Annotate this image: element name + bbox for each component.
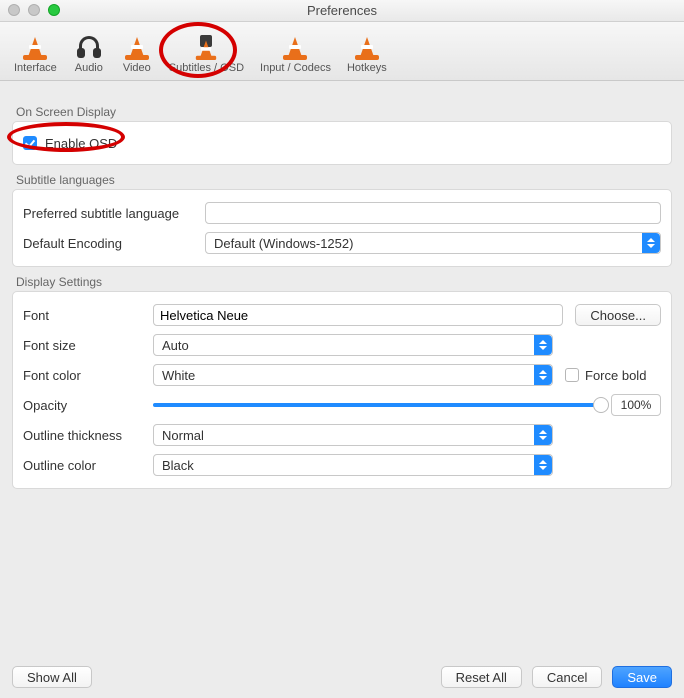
cancel-button[interactable]: Cancel	[532, 666, 602, 688]
font-size-select[interactable]: Auto	[153, 334, 553, 356]
default-encoding-label: Default Encoding	[23, 236, 193, 251]
font-color-label: Font color	[23, 368, 141, 383]
zoom-window-button[interactable]	[48, 4, 60, 16]
tab-label: Audio	[75, 62, 103, 74]
close-window-button[interactable]	[8, 4, 20, 16]
outline-thickness-label: Outline thickness	[23, 428, 141, 443]
opacity-slider[interactable]	[153, 403, 601, 407]
cone-icon	[19, 28, 51, 60]
save-button[interactable]: Save	[612, 666, 672, 688]
force-bold-label: Force bold	[585, 368, 646, 383]
default-encoding-select[interactable]: Default (Windows-1252)	[205, 232, 661, 254]
force-bold-checkbox[interactable]	[565, 368, 579, 382]
choose-font-button[interactable]: Choose...	[575, 304, 661, 326]
opacity-value: 100%	[611, 394, 661, 416]
preferred-lang-input[interactable]	[205, 202, 661, 224]
select-value: White	[162, 368, 195, 383]
tab-interface[interactable]: Interface	[6, 26, 65, 76]
tab-label: Input / Codecs	[260, 62, 331, 74]
font-color-select[interactable]: White	[153, 364, 553, 386]
chevron-updown-icon	[534, 455, 552, 475]
tab-input-codecs[interactable]: Input / Codecs	[252, 26, 339, 76]
minimize-window-button[interactable]	[28, 4, 40, 16]
section-display-label: Display Settings	[16, 275, 672, 289]
enable-osd-checkbox[interactable]	[23, 136, 37, 150]
tab-label: Hotkeys	[347, 62, 387, 74]
chevron-updown-icon	[534, 425, 552, 445]
window-title: Preferences	[307, 3, 377, 18]
preferred-lang-label: Preferred subtitle language	[23, 206, 193, 221]
cone-icon	[351, 28, 383, 60]
group-display: Font Choose... Font size Auto Font color…	[12, 291, 672, 489]
tab-hotkeys[interactable]: Hotkeys	[339, 26, 395, 76]
cone-icon	[279, 28, 311, 60]
chevron-updown-icon	[642, 233, 660, 253]
window-controls	[8, 4, 60, 16]
tab-video[interactable]: Video	[113, 26, 161, 76]
prefs-toolbar: Interface Audio Video Subtitles / OSD In…	[0, 22, 684, 81]
footer: Show All Reset All Cancel Save	[12, 666, 672, 688]
titlebar: Preferences	[0, 0, 684, 22]
font-label: Font	[23, 308, 141, 323]
section-osd-label: On Screen Display	[16, 105, 672, 119]
group-subs: Preferred subtitle language Default Enco…	[12, 189, 672, 267]
reset-all-button[interactable]: Reset All	[441, 666, 522, 688]
select-value: Default (Windows-1252)	[214, 236, 353, 251]
tab-label: Subtitles / OSD	[169, 62, 244, 74]
font-size-label: Font size	[23, 338, 141, 353]
cone-glasses-icon	[190, 28, 222, 60]
tab-label: Interface	[14, 62, 57, 74]
cone-icon	[121, 28, 153, 60]
font-input[interactable]	[153, 304, 563, 326]
content: On Screen Display Enable OSD Subtitle la…	[0, 81, 684, 489]
select-value: Auto	[162, 338, 189, 353]
chevron-updown-icon	[534, 335, 552, 355]
slider-thumb[interactable]	[593, 397, 609, 413]
tab-audio[interactable]: Audio	[65, 26, 113, 76]
select-value: Normal	[162, 428, 204, 443]
opacity-label: Opacity	[23, 398, 141, 413]
enable-osd-label: Enable OSD	[45, 136, 117, 151]
chevron-updown-icon	[534, 365, 552, 385]
show-all-button[interactable]: Show All	[12, 666, 92, 688]
section-subs-label: Subtitle languages	[16, 173, 672, 187]
tab-subtitles-osd[interactable]: Subtitles / OSD	[161, 26, 252, 76]
select-value: Black	[162, 458, 194, 473]
headphones-icon	[73, 28, 105, 60]
outline-color-label: Outline color	[23, 458, 141, 473]
tab-label: Video	[123, 62, 151, 74]
group-osd: Enable OSD	[12, 121, 672, 165]
outline-color-select[interactable]: Black	[153, 454, 553, 476]
outline-thickness-select[interactable]: Normal	[153, 424, 553, 446]
